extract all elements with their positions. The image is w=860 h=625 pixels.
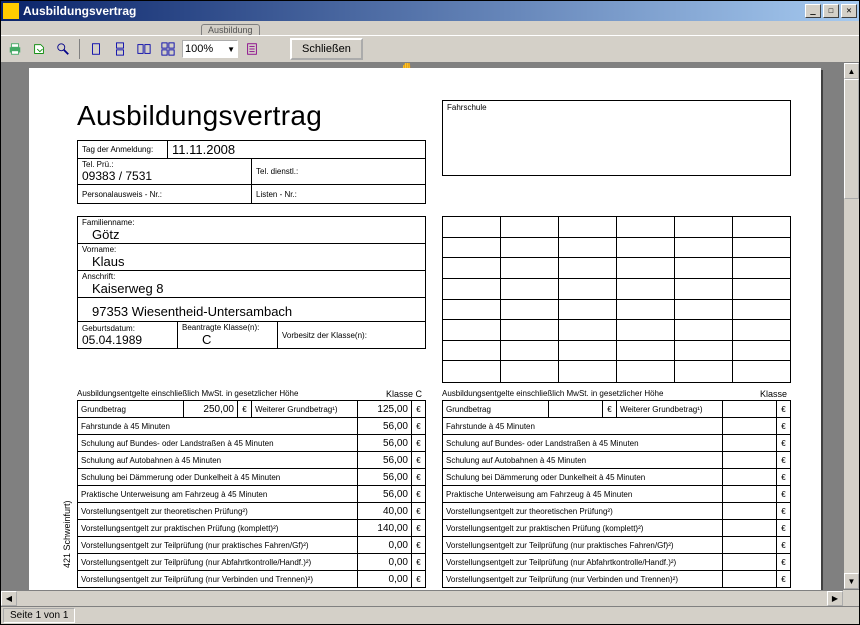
export-button[interactable] [29,39,49,59]
blank-grid [442,216,791,383]
anmeldung-label: Tag der Anmeldung: [82,145,163,154]
teldienst-label: Tel. dienstl.: [256,167,421,176]
anschrift2-value: 97353 Wiesentheid-Untersambach [82,304,421,319]
page-1: 421 Schweinfurt) Ausbildungsvertrag Tag … [29,68,821,606]
continuous-page-button[interactable] [110,39,130,59]
familienname-value: Götz [82,227,421,242]
telpru-label: Tel. Prü.: [82,160,247,169]
fees-header-right: Ausbildungsentgelte einschließlich MwSt.… [442,389,663,399]
klasse-b-label: Klasse [760,389,791,399]
find-button[interactable] [53,39,73,59]
scroll-up-icon[interactable]: ▲ [844,63,859,79]
background-tab[interactable]: Ausbildung [201,24,260,35]
fee-row: Grundbetrag€Weiterer Grundbetrag¹)€ [443,401,790,418]
fee-row: Vorstellungsentgelt zur Teilprüfung (nur… [78,537,425,554]
fee-row: Grundbetrag250,00€Weiterer Grundbetrag¹)… [78,401,425,418]
single-page-button[interactable] [86,39,106,59]
scroll-down-icon[interactable]: ▼ [844,573,859,589]
fees-table-left: Grundbetrag250,00€Weiterer Grundbetrag¹)… [77,400,426,588]
fee-row: Vorstellungsentgelt zur Teilprüfung (nur… [443,554,790,571]
fee-row: Fahrstunde à 45 Minuten€ [443,418,790,435]
geburtsdatum-value: 05.04.1989 [82,333,173,347]
tab-strip: Ausbildung [1,21,859,35]
listen-label: Listen - Nr.: [256,190,421,199]
title-bar[interactable]: Ausbildungsvertrag _ ☐ ✕ [1,1,859,21]
fee-row: Schulung auf Bundes- oder Landstraßen à … [443,435,790,452]
anschrift1-value: Kaiserweg 8 [82,281,421,296]
vertical-scrollbar[interactable]: ▲ ▼ [843,63,859,589]
window-title: Ausbildungsvertrag [23,4,136,18]
fee-row: Vorstellungsentgelt zur Teilprüfung (nur… [443,537,790,554]
fee-row: Vorstellungsentgelt zur Teilprüfung (nur… [443,571,790,588]
scroll-left-icon[interactable]: ◀ [1,591,17,606]
fees-header-left: Ausbildungsentgelte einschließlich MwSt.… [77,389,298,399]
app-icon [3,3,19,19]
fee-row: Praktische Unterweisung am Fahrzeug à 45… [443,486,790,503]
print-button[interactable] [5,39,25,59]
document-title: Ausbildungsvertrag [77,100,426,132]
telpru-value: 09383 / 7531 [82,169,247,183]
fee-row: Vorstellungsentgelt zur theoretischen Pr… [443,503,790,520]
klasse-value: C [182,332,273,347]
zoom-combo[interactable]: 100%▼ [182,40,238,58]
fee-row: Vorstellungsentgelt zur praktischen Prüf… [443,520,790,537]
status-bar: Seite 1 von 1 [1,606,859,624]
fit-width-button[interactable] [242,39,262,59]
fee-row: Vorstellungsentgelt zur Teilprüfung (nur… [78,554,425,571]
toolbar: 100%▼ Schließen [1,35,859,63]
app-window: Ausbildungsvertrag _ ☐ ✕ Ausbildung 100%… [0,0,860,625]
klasse-a-label: Klasse C [386,389,426,399]
fees-table-right: Grundbetrag€Weiterer Grundbetrag¹)€Fahrs… [442,400,791,588]
minimize-button[interactable]: _ [805,4,821,18]
facing-page-button[interactable] [134,39,154,59]
fee-row: Schulung bei Dämmerung oder Dunkelheit à… [78,469,425,486]
fahrschule-box: Fahrschule [442,100,791,176]
scroll-right-icon[interactable]: ▶ [827,591,843,606]
fee-row: Schulung auf Autobahnen à 45 Minuten€ [443,452,790,469]
fee-row: Fahrstunde à 45 Minuten56,00€ [78,418,425,435]
registration-box: Tag der Anmeldung: 11.11.2008 Tel. Prü.:… [77,140,426,204]
fee-row: Praktische Unterweisung am Fahrzeug à 45… [78,486,425,503]
person-box: Familienname:Götz Vorname:Klaus Anschrif… [77,216,426,349]
fee-row: Schulung bei Dämmerung oder Dunkelheit à… [443,469,790,486]
close-button[interactable]: Schließen [290,38,363,60]
page-indicator: Seite 1 von 1 [3,608,75,623]
rotated-text: 421 Schweinfurt) [62,500,72,568]
scroll-corner [843,590,859,606]
fee-row: Schulung auf Autobahnen à 45 Minuten56,0… [78,452,425,469]
fee-row: Vorstellungsentgelt zur theoretischen Pr… [78,503,425,520]
anmeldung-value: 11.11.2008 [172,142,421,157]
close-window-button[interactable]: ✕ [841,4,857,18]
fee-row: Vorstellungsentgelt zur Teilprüfung (nur… [78,571,425,588]
horizontal-scrollbar[interactable]: ◀ ▶ [1,590,843,606]
document-viewer[interactable]: ✋ 421 Schweinfurt) Ausbildungsvertrag Ta… [1,63,859,606]
fee-row: Schulung auf Bundes- oder Landstraßen à … [78,435,425,452]
vorname-value: Klaus [82,254,421,269]
thumbnails-button[interactable] [158,39,178,59]
fee-row: Vorstellungsentgelt zur praktischen Prüf… [78,520,425,537]
maximize-button[interactable]: ☐ [823,4,839,18]
persausweis-label: Personalausweis - Nr.: [82,190,247,199]
scroll-thumb-v[interactable] [844,79,859,199]
